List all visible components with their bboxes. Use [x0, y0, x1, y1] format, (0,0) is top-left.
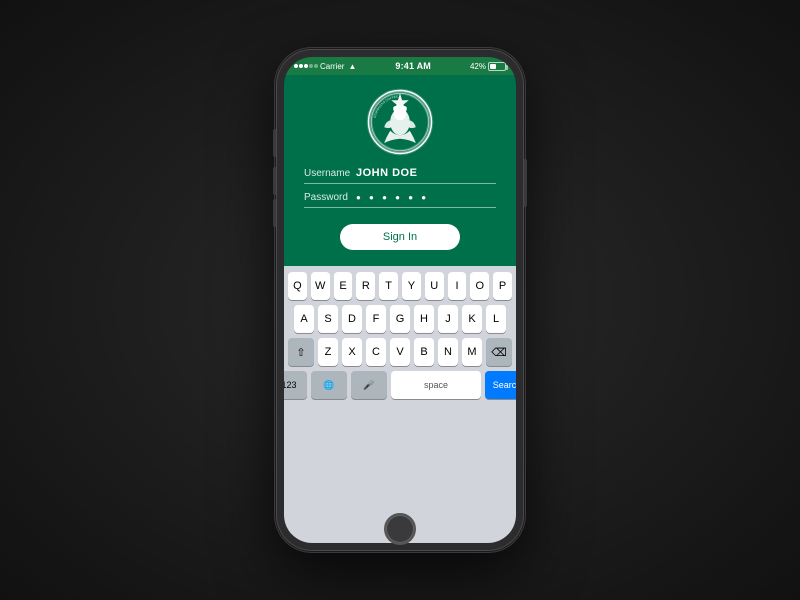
- carrier-label: Carrier: [320, 62, 344, 71]
- key-g[interactable]: G: [390, 305, 410, 333]
- app-screen: STARBUCKS COFFEE Username JOHN DOE Passw…: [284, 75, 516, 543]
- mic-key[interactable]: 🎤: [351, 371, 387, 399]
- password-label: Password: [304, 192, 356, 203]
- key-v[interactable]: V: [390, 338, 410, 366]
- globe-key[interactable]: 🌐: [311, 371, 347, 399]
- password-dots: ● ● ● ● ● ●: [356, 193, 429, 202]
- key-r[interactable]: R: [356, 272, 375, 300]
- battery-fill: [490, 64, 496, 69]
- key-m[interactable]: M: [462, 338, 482, 366]
- starbucks-logo: STARBUCKS COFFEE: [365, 87, 435, 157]
- key-k[interactable]: K: [462, 305, 482, 333]
- key-a[interactable]: A: [294, 305, 314, 333]
- numbers-key[interactable]: 123: [284, 371, 307, 399]
- green-header: STARBUCKS COFFEE Username JOHN DOE Passw…: [284, 75, 516, 266]
- screen-bezel: Carrier ▲ 9:41 AM 42%: [284, 57, 516, 543]
- key-l[interactable]: L: [486, 305, 506, 333]
- keyboard-bottom-row: 123 🌐 🎤 space Search: [288, 371, 512, 399]
- username-field[interactable]: Username JOHN DOE: [304, 167, 496, 184]
- key-p[interactable]: P: [493, 272, 512, 300]
- key-n[interactable]: N: [438, 338, 458, 366]
- key-h[interactable]: H: [414, 305, 434, 333]
- key-s[interactable]: S: [318, 305, 338, 333]
- key-x[interactable]: X: [342, 338, 362, 366]
- sign-in-button[interactable]: Sign In: [340, 224, 460, 250]
- keyboard-row-1: Q W E R T Y U I O P: [288, 272, 512, 300]
- key-c[interactable]: C: [366, 338, 386, 366]
- keyboard-row-3: ⇧ Z X C V B N M ⌫: [288, 338, 512, 366]
- username-value: JOHN DOE: [356, 167, 417, 179]
- wifi-icon: ▲: [348, 62, 356, 71]
- key-b[interactable]: B: [414, 338, 434, 366]
- key-f[interactable]: F: [366, 305, 386, 333]
- shift-key[interactable]: ⇧: [288, 338, 314, 366]
- phone-frame: Carrier ▲ 9:41 AM 42%: [276, 49, 524, 551]
- password-field[interactable]: Password ● ● ● ● ● ●: [304, 192, 496, 208]
- key-z[interactable]: Z: [318, 338, 338, 366]
- signal-icon: [294, 64, 318, 68]
- username-label: Username: [304, 168, 356, 179]
- key-j[interactable]: J: [438, 305, 458, 333]
- space-key[interactable]: space: [391, 371, 481, 399]
- search-key[interactable]: Search: [485, 371, 516, 399]
- key-q[interactable]: Q: [288, 272, 307, 300]
- status-bar: Carrier ▲ 9:41 AM 42%: [284, 57, 516, 75]
- battery-icon: [488, 62, 506, 71]
- key-y[interactable]: Y: [402, 272, 421, 300]
- battery-area: 42%: [470, 62, 506, 71]
- key-o[interactable]: O: [470, 272, 489, 300]
- home-button[interactable]: [384, 513, 416, 545]
- keyboard-row-2: A S D F G H J K L: [288, 305, 512, 333]
- key-d[interactable]: D: [342, 305, 362, 333]
- time-display: 9:41 AM: [395, 61, 431, 71]
- key-e[interactable]: E: [334, 272, 353, 300]
- key-u[interactable]: U: [425, 272, 444, 300]
- battery-percent: 42%: [470, 62, 486, 71]
- keyboard: Q W E R T Y U I O P A S D F G: [284, 266, 516, 543]
- key-w[interactable]: W: [311, 272, 330, 300]
- backspace-key[interactable]: ⌫: [486, 338, 512, 366]
- key-i[interactable]: I: [448, 272, 467, 300]
- carrier-area: Carrier ▲: [294, 62, 356, 71]
- key-t[interactable]: T: [379, 272, 398, 300]
